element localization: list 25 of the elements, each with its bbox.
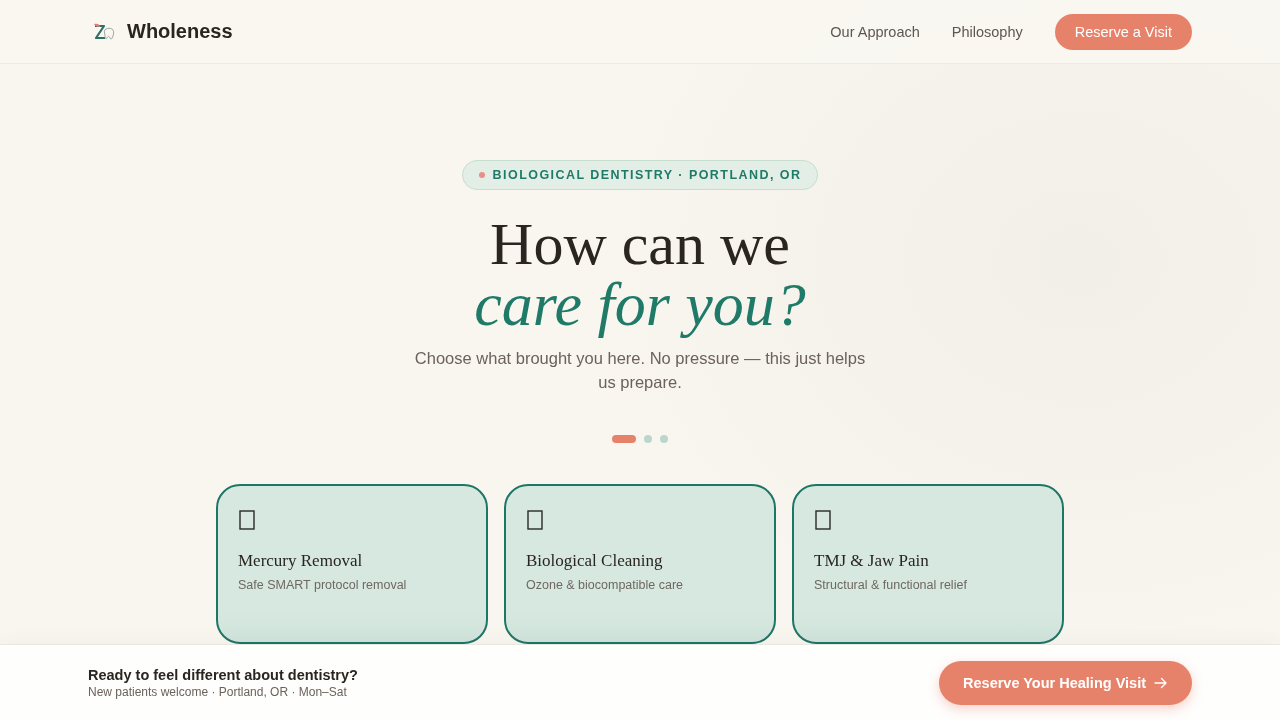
rectangle-outline-icon [815, 510, 831, 530]
badge-text: BIOLOGICAL DENTISTRY · PORTLAND, OR [492, 168, 802, 182]
bottom-bar-title: Ready to feel different about dentistry? [88, 666, 358, 683]
pager-dot[interactable] [660, 435, 668, 443]
bottom-bar-subtitle: New patients welcome · Portland, OR · Mon–Sat [88, 684, 348, 699]
brand-name: Wholeness [127, 20, 233, 43]
rectangle-outline-icon [239, 510, 255, 530]
service-card[interactable]: Mercury Removal Safe SMART protocol removal [216, 484, 488, 644]
card-title: TMJ & Jaw Pain [814, 551, 930, 571]
pager-dot[interactable] [644, 435, 652, 443]
logo-icon [93, 22, 115, 41]
hero-title: How can we [490, 214, 790, 274]
card-description: Safe SMART protocol removal [238, 578, 408, 592]
service-card[interactable]: TMJ & Jaw Pain Structural & functional relief [792, 484, 1064, 644]
nav-link[interactable]: Philosophy [951, 23, 1023, 40]
card-description: Structural & functional relief [814, 578, 968, 592]
service-card[interactable]: Biological Cleaning Ozone & biocompatible care [504, 484, 776, 644]
card-title: Mercury Removal [238, 551, 364, 571]
nav-link[interactable]: Our Approach [830, 23, 920, 40]
arrow-right-icon [1154, 676, 1168, 689]
status-dot-icon [478, 172, 485, 178]
rectangle-outline-icon [527, 510, 543, 530]
hero-subtitle: Choose what brought you here. No pressure — this just helps us prepare. [413, 348, 867, 393]
card-description: Ozone & biocompatible care [526, 578, 685, 592]
card-title: Biological Cleaning [526, 551, 664, 571]
